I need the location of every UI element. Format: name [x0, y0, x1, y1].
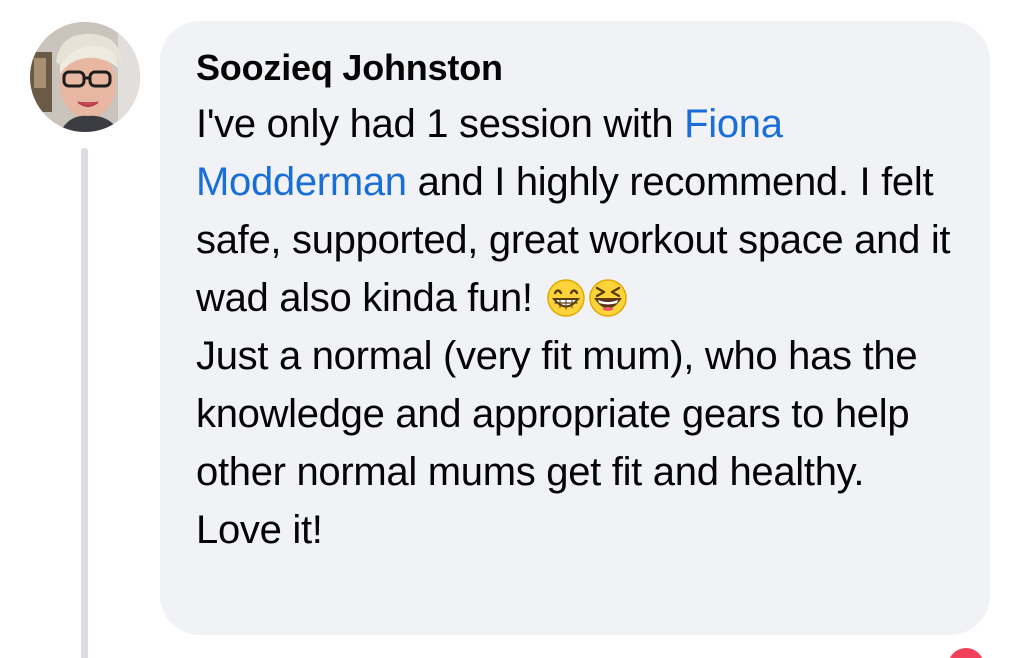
grinning-face-emoji-icon — [546, 276, 586, 317]
comment-bubble: Soozieq Johnston I've only had 1 session… — [160, 21, 990, 635]
thread-connector-line — [81, 148, 88, 658]
love-reaction-icon[interactable] — [948, 648, 984, 658]
avatar[interactable] — [30, 22, 140, 132]
comment-author-name[interactable]: Soozieq Johnston — [196, 45, 954, 91]
avatar-photo — [30, 22, 140, 132]
comment-body: I've only had 1 session with Fiona Modde… — [196, 95, 954, 559]
squinting-laugh-emoji-icon — [588, 276, 628, 317]
comment-text-segment: Just a normal (very fit mum), who has th… — [196, 334, 918, 552]
comment-text-segment: I've only had 1 session with — [196, 102, 685, 146]
comment-thread: Soozieq Johnston I've only had 1 session… — [0, 0, 1024, 658]
